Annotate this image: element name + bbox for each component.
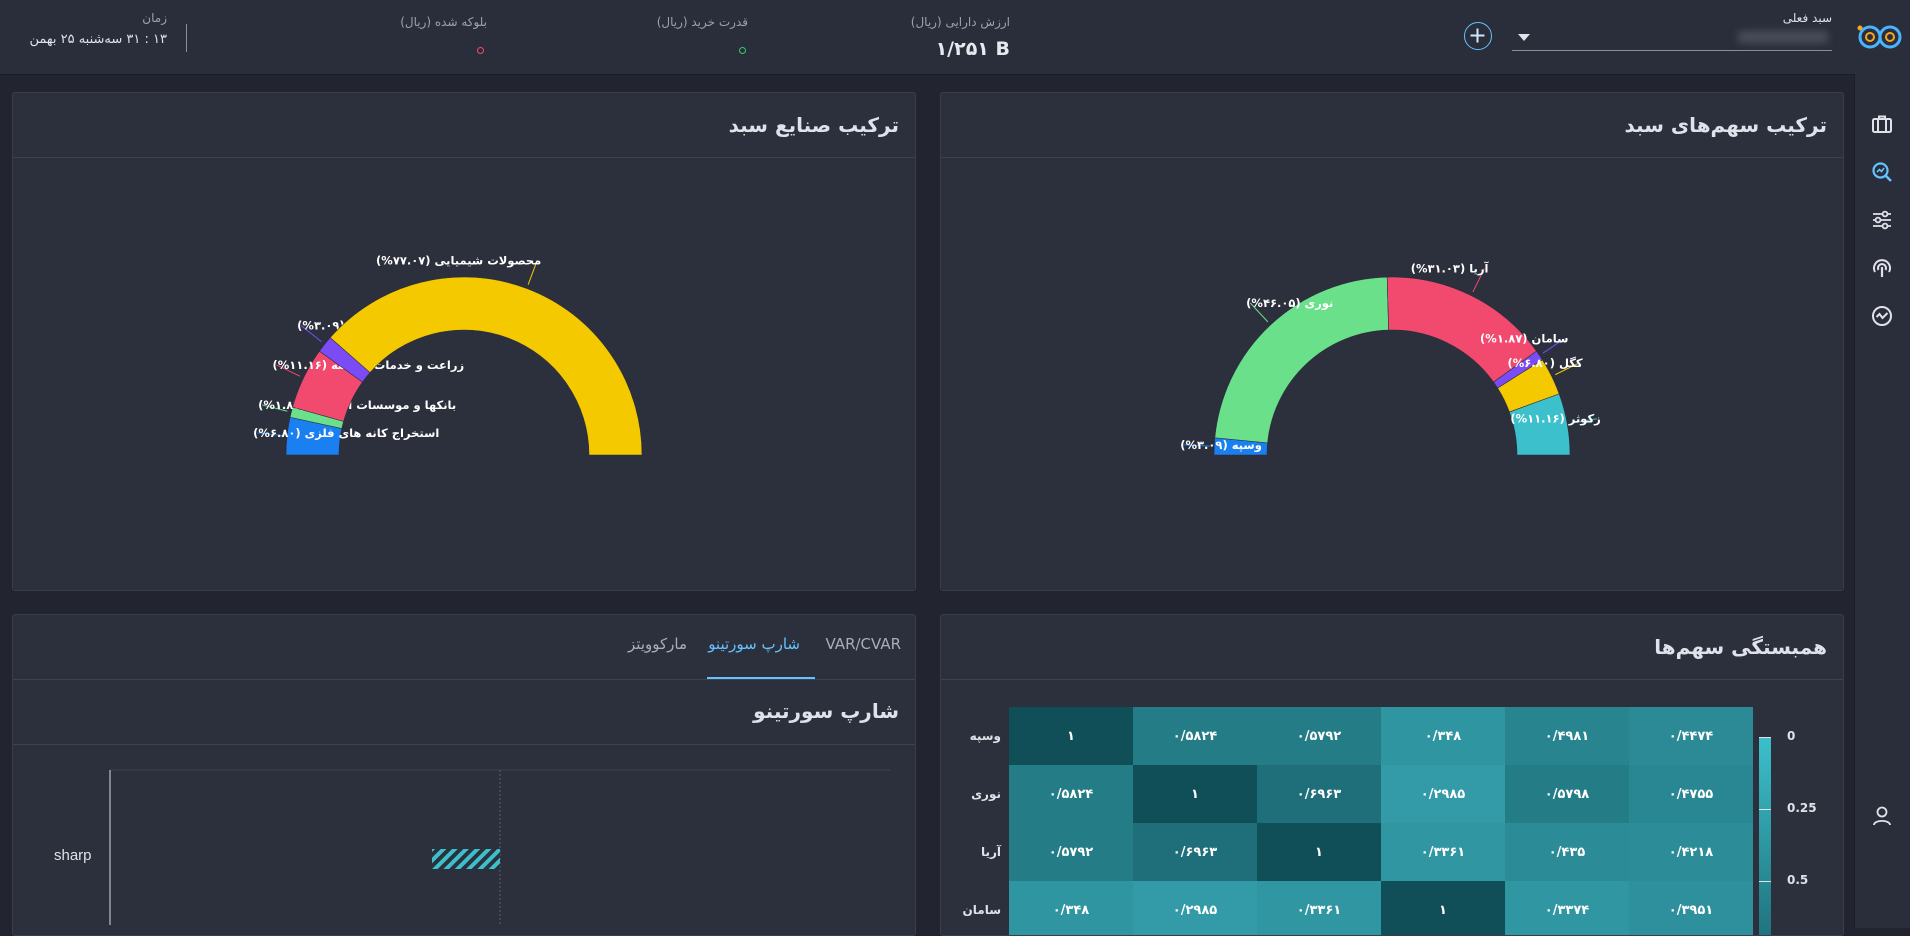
heatmap-cell: ۰/۵۸۲۴: [1133, 707, 1257, 765]
asset-value-label: ارزش دارایی (ریال): [910, 15, 1010, 29]
asset-value: ۱/۲۵۱ B: [935, 38, 1010, 60]
scale-tick-mark: [1759, 881, 1771, 882]
time-value: ۱۳ : ۳۱ سه‌شنبه ۲۵ بهمن: [29, 32, 167, 47]
tab-var-cvar[interactable]: VAR/CVAR: [826, 635, 902, 653]
user-icon[interactable]: [1870, 804, 1894, 828]
heatmap-cell: ۰/۶۹۶۳: [1133, 823, 1257, 881]
current-basket-label: سبد فعلی: [1782, 11, 1832, 25]
industries-semi-donut-chart: استخراج کانه های فلزی (۶.۸۰%) بانکها و مو…: [253, 253, 643, 456]
industries-composition-panel: ترکیب صنایع سبد استخراج کانه های فلزی (۶…: [12, 92, 916, 591]
heatmap-cell: ۰/۴۲۱۸: [1629, 823, 1753, 881]
correlation-panel: همبستگی سهم‌ها وسپه ۱ ۰/۵۸۲۴ ۰/۵۷۹۲ ۰/۳۴۸ ۰/۴…: [940, 614, 1844, 936]
basket-select-value-blurred: [1738, 31, 1828, 43]
divider: [13, 157, 915, 158]
basket-select[interactable]: [1512, 26, 1832, 51]
add-basket-button[interactable]: [1464, 22, 1492, 50]
heatmap-cell: ۰/۴۹۸۱: [1505, 707, 1629, 765]
chevron-down-icon: [1518, 34, 1530, 41]
heatmap-cell: ۰/۵۷۹۲: [1257, 707, 1381, 765]
heatmap-cell: ۰/۵۷۹۲: [1009, 823, 1133, 881]
risk-metrics-panel: VAR/CVAR شارپ سورتینو مارکوویتز شارپ سور…: [12, 614, 916, 936]
slice-label: کگل (۶.۸۰%): [1507, 356, 1582, 370]
heatmap-cell: ۰/۴۷۵۵: [1629, 765, 1753, 823]
heatmap-cell: ۰/۵۸۲۴: [1009, 765, 1133, 823]
time-label: زمان: [142, 11, 167, 25]
sharpe-bar: [432, 849, 500, 869]
heatmap-color-scale: [1759, 737, 1771, 935]
tab-markowitz[interactable]: مارکوویتز: [628, 635, 687, 653]
divider: [941, 157, 1843, 158]
buying-power-dot: [739, 47, 746, 54]
sidebar: [1854, 74, 1910, 928]
industries-panel-title: ترکیب صنایع سبد: [728, 113, 899, 137]
divider: [13, 679, 915, 680]
slice-label: استخراج کانه های فلزی (۶.۸۰%): [253, 426, 439, 441]
sharpe-section-title: شارپ سورتینو: [753, 699, 899, 723]
stocks-composition-panel: ترکیب سهم‌های سبد وسپه (۳.۰۹%) نوری (۴۶.۰…: [940, 92, 1844, 591]
heatmap-cell: ۰/۵۷۹۸: [1505, 765, 1629, 823]
stocks-panel-title: ترکیب سهم‌های سبد: [1624, 113, 1828, 137]
stocks-semi-donut-chart: وسپه (۳.۰۹%)نوری (۴۶.۰۵%)آریا (۳۱.۰۳%)سا…: [1180, 262, 1601, 456]
heatmap-cell: ۰/۴۴۷۴: [1629, 707, 1753, 765]
heatmap-cell: ۰/۲۹۸۵: [1381, 765, 1505, 823]
slice-label: سامان (۱.۸۷%): [1480, 332, 1568, 346]
slice-label: بانکها و موسسات اعتباری (۱.۸۷%): [258, 398, 456, 413]
briefcase-icon[interactable]: [1870, 112, 1894, 136]
logo-icon: [1857, 25, 1902, 49]
broadcast-icon[interactable]: [1870, 256, 1894, 280]
heatmap-cell: ۰/۳۳۶۱: [1381, 823, 1505, 881]
blocked-dot: [477, 47, 484, 54]
slice-label: محصولات شیمیایی (۷۷.۰۷%): [376, 253, 541, 268]
time-divider: [186, 24, 187, 52]
scale-tick-mark: [1759, 809, 1771, 810]
heatmap-cell: ۰/۴۳۵: [1505, 823, 1629, 881]
sharpe-chart: [109, 769, 890, 925]
heatmap-cell: ۰/۳۴۸: [1381, 707, 1505, 765]
analytics-icon[interactable]: [1870, 304, 1894, 328]
top-bar: سبد فعلی ارزش دارایی (ریال) ۱/۲۵۱ B قدرت…: [0, 0, 1910, 75]
scale-tick-label: 0: [1787, 729, 1796, 743]
scale-tick-label: 0.5: [1787, 873, 1809, 887]
heatmap-cell: ۰/۶۹۶۳: [1257, 765, 1381, 823]
heatmap-cell: ۱: [1133, 765, 1257, 823]
slice-label: نوری (۴۶.۰۵%): [1246, 296, 1333, 311]
plus-icon: [1470, 28, 1485, 43]
blocked-label: بلوکه شده (ریال): [400, 15, 487, 29]
slice-label: آریا (۳۱.۰۳%): [1411, 262, 1490, 276]
heatmap-row-label: نوری: [971, 787, 1001, 801]
scale-tick-label: 0.25: [1787, 801, 1817, 815]
heatmap-cell: ۱: [1257, 823, 1381, 881]
buying-power-label: قدرت خرید (ریال): [656, 15, 748, 29]
sliders-icon[interactable]: [1870, 208, 1894, 232]
heatmap-row-label: آریا: [980, 845, 1001, 859]
heatmap-cell: ۱: [1009, 707, 1133, 765]
sharp-row-label: sharp: [54, 847, 92, 864]
search-chart-icon[interactable]: [1870, 160, 1894, 184]
heatmap-row-label: وسپه: [969, 729, 1001, 743]
slice-label: زکوثر (۱۱.۱۶%): [1510, 412, 1600, 427]
heatmap-row-label: سامان: [962, 903, 1001, 917]
scale-tick-mark: [1759, 737, 1771, 738]
tab-sharpe-sortino[interactable]: شارپ سورتینو: [708, 635, 800, 653]
correlation-heatmap: وسپه ۱ ۰/۵۸۲۴ ۰/۵۷۹۲ ۰/۳۴۸ ۰/۴۹۸۱ ۰/۴۴۷۴ نوری ۰/…: [941, 615, 1843, 935]
